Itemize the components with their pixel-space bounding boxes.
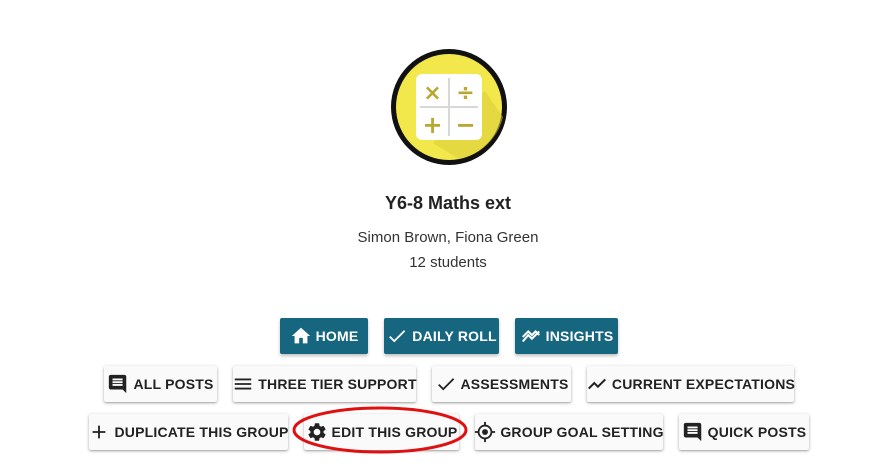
current-expectations-button[interactable]: CURRENT EXPECTATIONS [586, 366, 796, 402]
plus-symbol: + [422, 111, 442, 139]
group-title: Y6-8 Maths ext [384, 193, 512, 213]
duplicate-group-button[interactable]: DUPLICATE THIS GROUP [89, 414, 288, 450]
insights-button-label: INSIGHTS [545, 328, 614, 344]
daily-roll-button[interactable]: DAILY ROLL [384, 318, 499, 354]
plus-icon [88, 421, 110, 443]
group-teachers: Simon Brown, Fiona Green [357, 229, 539, 246]
group-avatar: × ÷ + − [389, 47, 509, 167]
quick-posts-button[interactable]: QUICK POSTS [679, 414, 809, 450]
edit-group-button[interactable]: EDIT THIS GROUP [304, 414, 459, 450]
trending-icon [586, 373, 608, 395]
daily-roll-button-label: DAILY ROLL [412, 328, 497, 344]
quick-posts-button-label: QUICK POSTS [707, 424, 807, 440]
insights-icon [520, 325, 542, 347]
comment-icon [107, 373, 129, 395]
assessments-button-label: ASSESSMENTS [460, 376, 569, 392]
insights-button[interactable]: INSIGHTS [515, 318, 618, 354]
check-icon [386, 325, 408, 347]
home-button-label: HOME [315, 328, 359, 344]
group-goal-setting-button[interactable]: GROUP GOAL SETTING [475, 414, 663, 450]
assessments-button[interactable]: ASSESSMENTS [432, 366, 571, 402]
group-goal-setting-button-label: GROUP GOAL SETTING [500, 424, 664, 440]
gear-icon [306, 421, 328, 443]
three-tier-support-button-label: THREE TIER SUPPORT [258, 376, 417, 392]
divide-symbol: ÷ [456, 81, 474, 106]
home-icon [290, 325, 312, 347]
all-posts-button-label: ALL POSTS [133, 376, 214, 392]
check-icon [435, 373, 457, 395]
duplicate-group-button-label: DUPLICATE THIS GROUP [114, 424, 289, 440]
edit-group-button-label: EDIT THIS GROUP [331, 424, 458, 440]
menu-icon [232, 373, 254, 395]
multiply-symbol: × [423, 81, 441, 106]
current-expectations-button-label: CURRENT EXPECTATIONS [611, 376, 796, 392]
comment-icon [682, 421, 704, 443]
target-icon [474, 421, 496, 443]
group-student-count: 12 students [409, 254, 487, 271]
minus-symbol: − [455, 111, 475, 139]
three-tier-support-button[interactable]: THREE TIER SUPPORT [232, 366, 417, 402]
home-button[interactable]: HOME [280, 318, 368, 354]
all-posts-button[interactable]: ALL POSTS [104, 366, 217, 402]
calculator-icon: × ÷ + − [391, 49, 507, 165]
